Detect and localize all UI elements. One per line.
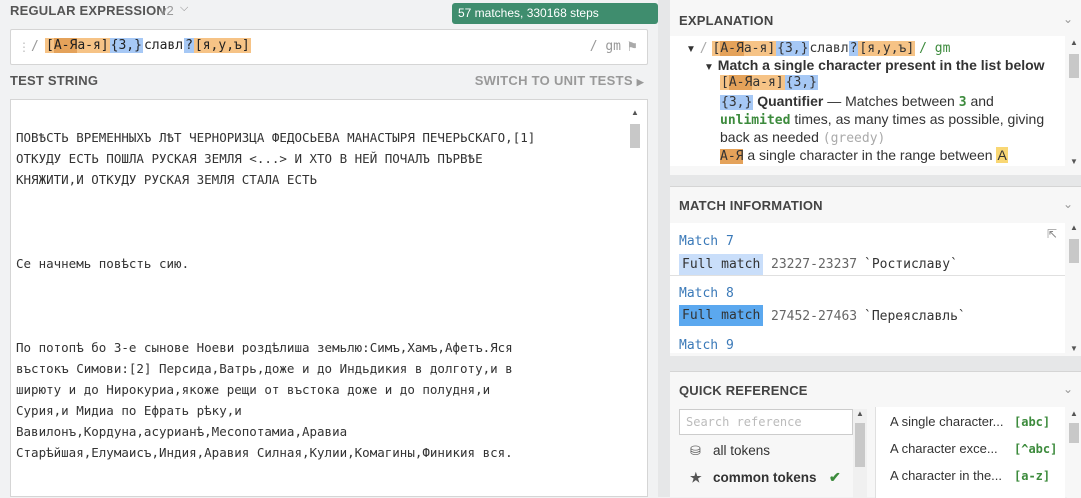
match-summary-badge: 57 matches, 330168 steps (~931ms) — [452, 3, 658, 41]
explanation-quantifier-line3: back as needed (greedy) — [720, 129, 886, 146]
regex-pattern[interactable]: [А-Яа-я] {3,} славл? [я,у,ъ] — [45, 38, 251, 53]
token-optional: ? — [184, 38, 194, 53]
scroll-up-icon[interactable]: ▲ — [1070, 38, 1078, 47]
explanation-root[interactable]: ▼ / [А-Яа-я] {3,}славл? [я,у,ъ] / gm — [686, 39, 950, 56]
explanation-quantifier: {3,} Quantifier — Matches between 3 and — [720, 93, 994, 110]
explanation-title[interactable]: EXPLANATION — [679, 13, 773, 28]
version-selector[interactable]: v2 — [160, 3, 174, 18]
test-string-editor[interactable]: ПОВѢСТЬ ВРЕМЕННЫХЪ ЛѢТ ЧЕРНОРИЗЦА ФЕДОСЬ… — [10, 99, 648, 497]
chevron-down-icon[interactable]: ⌵ — [180, 2, 188, 15]
explanation-quantifier-line2: unlimited times, as many times as possib… — [720, 111, 1045, 128]
collapse-triangle-icon[interactable]: ▼ — [686, 44, 696, 55]
regex-delimiter: / — [31, 39, 39, 54]
scroll-thumb[interactable] — [1069, 423, 1079, 443]
test-string-text[interactable]: ПОВѢСТЬ ВРЕМЕННЫХЪ ЛѢТ ЧЕРНОРИЗЦА ФЕДОСЬ… — [16, 127, 616, 463]
chevron-right-icon: ▶ — [636, 77, 644, 87]
regex-input[interactable]: ⋮ / [А-Яа-я] {3,} славл? [я,у,ъ] / gm ⚑ — [10, 29, 648, 65]
scroll-thumb[interactable] — [630, 124, 640, 148]
divider — [670, 275, 1065, 276]
match-range: 23227-23237 — [771, 257, 858, 272]
quick-reference-panel: QUICK REFERENCE ⌄ ⛁ all tokens ★ common … — [670, 371, 1081, 498]
scroll-up-icon[interactable]: ▲ — [631, 108, 639, 117]
category-common-tokens[interactable]: ★ common tokens ✔ — [679, 464, 853, 491]
scroll-thumb[interactable] — [1069, 239, 1079, 263]
reference-code[interactable]: [a-z] — [1014, 469, 1050, 483]
full-match-tag[interactable]: Full match — [679, 254, 764, 275]
token-set-open: [А-Яа-я] — [45, 38, 110, 53]
match-value: `Ростиславу` — [864, 257, 958, 272]
reference-category-list: ⛁ all tokens ★ common tokens ✔ — [679, 435, 869, 498]
database-icon: ⛁ — [690, 443, 701, 458]
token-literal: славл — [143, 38, 184, 53]
match-info-title[interactable]: MATCH INFORMATION — [679, 198, 823, 213]
reference-code[interactable]: [abc] — [1014, 415, 1050, 429]
explanation-range: А-Я a single character in the range betw… — [720, 147, 1008, 164]
regex-flags[interactable]: / gm — [590, 39, 621, 54]
sidebar: EXPLANATION ⌄ ▼ / [А-Яа-я] {3,}славл? [я,у… — [658, 0, 1081, 498]
reference-item[interactable]: A character in the... — [890, 468, 1002, 483]
scroll-up-icon[interactable]: ▲ — [1070, 223, 1078, 232]
reference-token-list: A single character... [abc] A character … — [875, 407, 1065, 498]
explanation-node-token: [А-Яа-я] {3,} — [720, 75, 818, 90]
scroll-down-icon[interactable]: ▼ — [1070, 344, 1078, 353]
token-quantifier: {3,} — [109, 38, 143, 53]
scroll-up-icon[interactable]: ▲ — [856, 409, 864, 418]
reference-item[interactable]: A character exce... — [890, 441, 998, 456]
export-icon[interactable]: ⇱ — [1047, 227, 1057, 241]
match-list: Match 7 Full match 23227-23237 `Ростисла… — [670, 223, 1065, 353]
switch-unit-tests-link[interactable]: SWITCH TO UNIT TESTS ▶ — [475, 73, 644, 88]
flag-icon[interactable]: ⚑ — [626, 39, 638, 55]
reference-item[interactable]: A single character... — [890, 414, 1003, 429]
scroll-thumb[interactable] — [855, 423, 865, 467]
category-all-tokens[interactable]: ⛁ all tokens — [679, 437, 853, 464]
match-value: `Переяславль` — [864, 309, 966, 324]
drag-handle-icon[interactable]: ⋮ — [18, 40, 30, 54]
quick-reference-title[interactable]: QUICK REFERENCE — [679, 383, 808, 398]
token-set: [я,у,ъ] — [193, 38, 251, 53]
match-info-panel: MATCH INFORMATION ⌄ Match 7 Full match 2… — [670, 186, 1081, 356]
collapse-triangle-icon[interactable]: ▼ — [704, 62, 714, 73]
reference-search-input[interactable] — [679, 409, 853, 435]
chevron-down-icon[interactable]: ⌄ — [1063, 382, 1073, 396]
explanation-scrollbar[interactable]: ▲ ▼ — [1067, 38, 1081, 166]
explanation-node[interactable]: ▼ Match a single character present in th… — [704, 57, 1045, 73]
reference-code[interactable]: [^abc] — [1014, 442, 1057, 456]
explanation-panel: EXPLANATION ⌄ ▼ / [А-Яа-я] {3,}славл? [я,у… — [670, 0, 1081, 175]
chevron-down-icon[interactable]: ⌄ — [1063, 12, 1073, 26]
full-match-tag[interactable]: Full match — [679, 305, 764, 326]
explanation-body: ▼ / [А-Яа-я] {3,}славл? [я,у,ъ] / gm ▼ Mat… — [670, 36, 1065, 166]
match-label[interactable]: Match 8 — [679, 286, 734, 301]
test-section-title: TEST STRING — [10, 73, 99, 88]
match-label[interactable]: Match 7 — [679, 234, 734, 249]
match-range: 27452-27463 — [771, 309, 858, 324]
chevron-down-icon[interactable]: ⌄ — [1063, 197, 1073, 211]
scroll-down-icon[interactable]: ▼ — [1070, 157, 1078, 166]
test-scrollbar[interactable]: ▲ — [629, 108, 641, 488]
regex-section-title: REGULAR EXPRESSION — [10, 3, 167, 18]
match-scrollbar[interactable]: ▲ ▼ — [1067, 223, 1081, 353]
token-range: А-Я — [53, 38, 78, 53]
match-label[interactable]: Match 9 — [679, 338, 734, 353]
check-icon: ✔ — [829, 469, 841, 485]
editor-area: REGULAR EXPRESSION v2 ⌵ 57 matches, 3301… — [0, 0, 658, 497]
reference-scrollbar[interactable]: ▲ — [1067, 409, 1081, 498]
scroll-thumb[interactable] — [1069, 54, 1079, 78]
star-icon: ★ — [690, 470, 702, 485]
category-scrollbar[interactable]: ▲ — [853, 409, 867, 498]
scroll-up-icon[interactable]: ▲ — [1070, 409, 1078, 418]
